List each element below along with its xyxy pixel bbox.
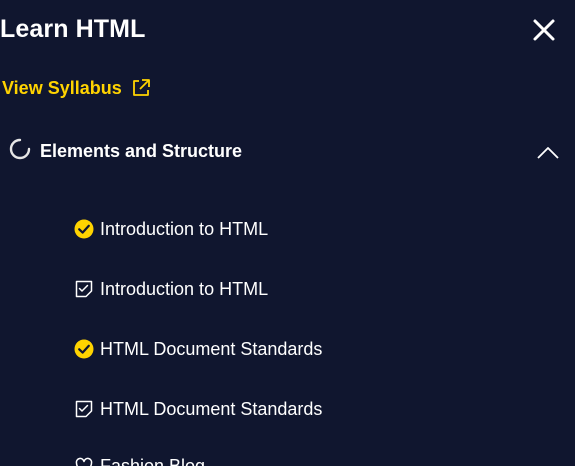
close-button[interactable] <box>530 16 558 44</box>
quiz-icon <box>75 280 93 298</box>
section-title: Elements and Structure <box>40 141 243 161</box>
project-icon <box>75 457 93 466</box>
lesson-item[interactable]: HTML Document Standards <box>74 338 322 360</box>
lesson-label: HTML Document Standards <box>100 339 323 359</box>
check-circle-icon <box>74 339 94 359</box>
chevron-up-icon <box>537 147 559 159</box>
external-link-icon <box>132 79 150 96</box>
section-header-elements-and-structure[interactable]: Elements and Structure <box>0 133 575 171</box>
lesson-item[interactable]: Introduction to HTML <box>74 278 268 300</box>
lesson-item[interactable]: Introduction to HTML <box>74 218 268 240</box>
progress-spinner-icon <box>9 138 31 160</box>
check-circle-icon <box>74 219 94 239</box>
lesson-label: Fashion Blog <box>100 456 206 466</box>
close-icon <box>533 19 555 41</box>
lesson-item[interactable]: Fashion Blog <box>74 455 205 466</box>
lesson-label: Introduction to HTML <box>100 219 269 239</box>
course-title: Learn HTML <box>0 15 146 43</box>
quiz-icon <box>75 400 93 418</box>
view-syllabus-link[interactable]: View Syllabus <box>2 77 152 99</box>
view-syllabus-label: View Syllabus <box>2 77 122 98</box>
lesson-item[interactable]: HTML Document Standards <box>74 398 322 420</box>
lesson-label: HTML Document Standards <box>100 399 323 419</box>
syllabus-panel: Learn HTML View Syllabus Elements and St… <box>0 0 575 466</box>
lesson-label: Introduction to HTML <box>100 279 269 299</box>
